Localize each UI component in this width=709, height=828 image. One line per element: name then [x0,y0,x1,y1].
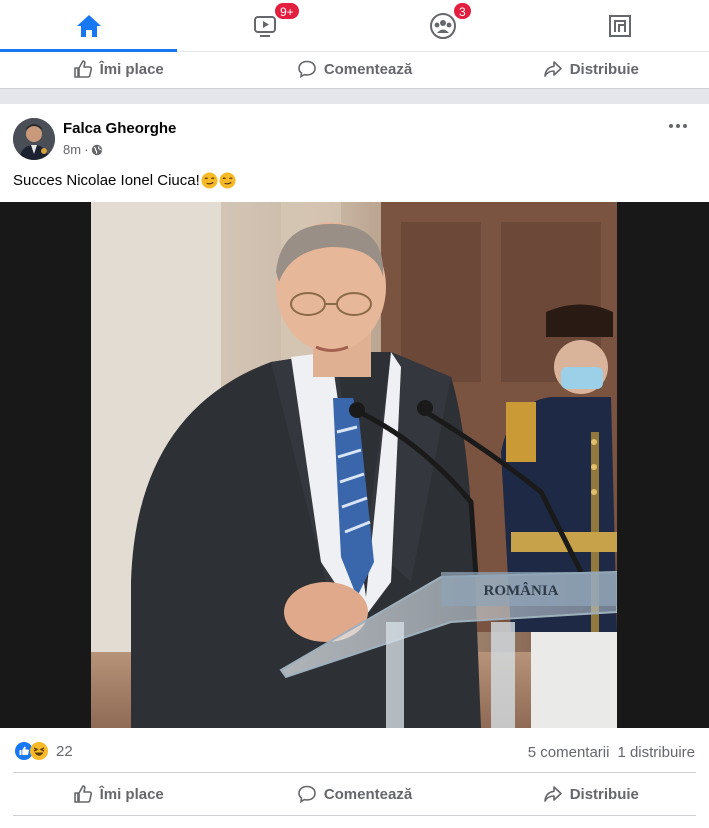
post-message: Succes Nicolae Ionel Ciuca! [13,172,200,189]
tab-watch[interactable]: 9+ [177,0,354,52]
post-action-bar: Îmi place Comentează Distribuie [0,777,709,811]
share-icon [543,786,562,802]
thumbs-up-icon [73,785,92,803]
comment-icon [298,60,316,78]
podium-label: ROMÂNIA [484,582,559,599]
like-label: Îmi place [99,785,164,803]
tab-home[interactable] [0,0,177,52]
share-icon [543,61,562,77]
share-label: Distribuie [569,785,639,803]
top-navigation: 9+ 3 [0,0,709,52]
previous-post-actions-card: Îmi place Comentează Distribuie [0,52,709,89]
post-photo[interactable]: ROMÂNIA [91,202,617,728]
comments-count[interactable]: 5 comentarii [528,744,610,761]
post-stats: 22 5 comentarii 1 distribuire [0,738,709,768]
tab-gaming[interactable] [531,0,708,52]
comment-button[interactable]: Comentează [236,59,472,79]
previous-post-action-bar: Îmi place Comentează Distribuie [0,52,709,86]
comment-label: Comentează [323,60,413,78]
reactions-summary[interactable]: 22 [15,742,73,760]
more-dots-icon [669,124,673,128]
comment-icon [298,785,316,803]
meta-separator: · [84,142,89,157]
like-button[interactable]: Îmi place [0,59,236,79]
globe-icon [92,144,103,155]
divider [13,815,696,816]
gaming-icon [608,15,631,37]
groups-icon [429,13,456,39]
post-photo-container: ROMÂNIA [0,202,709,728]
comment-button[interactable]: Comentează [236,784,472,804]
share-label: Distribuie [569,60,639,78]
post-meta: 8m · [63,142,103,157]
watch-badge: 9+ [274,2,300,20]
shares-count[interactable]: 1 distribuire [617,744,695,761]
tab-groups[interactable]: 3 [354,0,531,52]
share-button[interactable]: Distribuie [473,59,709,79]
divider [13,772,696,773]
home-icon [76,15,101,37]
engagement-stats: 5 comentarii 1 distribuire [528,744,695,761]
post-card: Falca Gheorghe 8m · Succes Nicolae Ionel… [0,104,709,828]
groups-badge: 3 [453,2,472,20]
comment-label: Comentează [323,785,413,803]
reaction-count: 22 [56,742,73,760]
post-time[interactable]: 8m [63,142,81,157]
like-label: Îmi place [99,60,164,78]
like-button[interactable]: Îmi place [0,784,236,804]
post-author[interactable]: Falca Gheorghe [63,120,176,137]
smirk-face-emoji [201,172,218,189]
haha-reaction-icon [30,742,48,760]
post-text: Succes Nicolae Ionel Ciuca! [13,172,236,189]
more-options-button[interactable] [669,124,687,128]
thumbs-up-icon [73,60,92,78]
share-button[interactable]: Distribuie [473,784,709,804]
smirk-face-emoji [219,172,236,189]
avatar[interactable] [13,118,55,160]
